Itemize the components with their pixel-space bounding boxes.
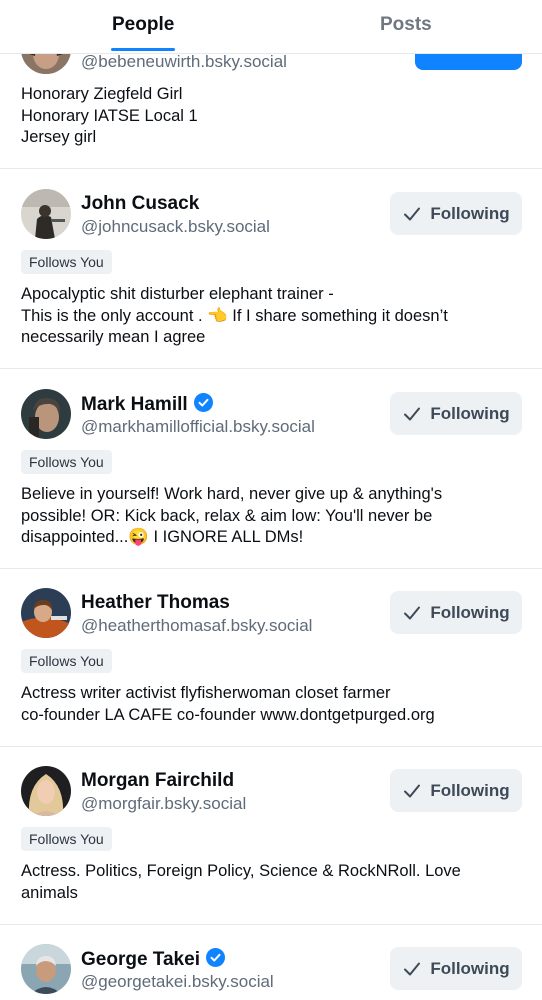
profile-bio: Actress writer activist flyfisherwoman c… bbox=[21, 684, 435, 724]
profile-name-text: Mark Hamill bbox=[81, 394, 188, 415]
check-icon bbox=[404, 407, 421, 420]
following-label: Following bbox=[430, 602, 510, 622]
following-label: Following bbox=[430, 203, 510, 223]
verified-check-icon bbox=[205, 948, 225, 967]
follows-you-badge: Follows You bbox=[21, 450, 112, 474]
verified-check-icon bbox=[193, 393, 213, 412]
active-tab-indicator bbox=[111, 48, 175, 51]
profile-bio: Honorary Ziegfeld Girl Honorary IATSE Lo… bbox=[21, 85, 198, 146]
avatar[interactable] bbox=[21, 766, 71, 816]
profile-card[interactable]: Heather Thomas @heatherthomasaf.bsky.soc… bbox=[0, 569, 542, 747]
profile-card[interactable]: John Cusack @johncusack.bsky.social Foll… bbox=[0, 169, 542, 369]
avatar[interactable] bbox=[21, 588, 71, 638]
profile-handle: @johncusack.bsky.social bbox=[81, 217, 270, 236]
following-button[interactable]: Following bbox=[390, 769, 522, 812]
profile-name[interactable]: Heather Thomas bbox=[81, 592, 230, 614]
profile-name[interactable]: Mark Hamill bbox=[81, 393, 213, 416]
check-icon bbox=[404, 962, 421, 975]
profile-bio: Believe in yourself! Work hard, never gi… bbox=[21, 485, 443, 546]
following-label: Following bbox=[430, 403, 510, 423]
check-icon bbox=[404, 784, 421, 797]
profile-name[interactable]: George Takei bbox=[81, 948, 225, 971]
profile-card[interactable]: George Takei @georgetakei.bsky.social Fo… bbox=[0, 925, 542, 1000]
tab-bar: People Posts bbox=[0, 0, 542, 54]
following-label: Following bbox=[430, 780, 510, 800]
follows-you-badge: Follows You bbox=[21, 649, 112, 673]
follows-you-badge: Follows You bbox=[21, 250, 112, 274]
follows-you-badge: Follows You bbox=[21, 827, 112, 851]
check-icon bbox=[404, 207, 421, 220]
tab-people[interactable]: People bbox=[112, 14, 174, 36]
following-button[interactable]: Following bbox=[390, 392, 522, 435]
profile-handle: @heatherthomasaf.bsky.social bbox=[81, 616, 313, 635]
profile-handle: @georgetakei.bsky.social bbox=[81, 972, 274, 991]
profile-name-text: George Takei bbox=[81, 949, 200, 970]
profile-bio: Apocalyptic shit disturber elephant trai… bbox=[21, 285, 448, 346]
profile-card[interactable]: Mark Hamill @markhamillofficial.bsky.soc… bbox=[0, 369, 542, 569]
profile-bio: Actress. Politics, Foreign Policy, Scien… bbox=[21, 862, 461, 902]
profile-card[interactable]: Morgan Fairchild @morgfair.bsky.social F… bbox=[0, 747, 542, 925]
tab-posts[interactable]: Posts bbox=[380, 14, 432, 36]
following-label: Following bbox=[430, 958, 510, 978]
following-button[interactable]: Following bbox=[390, 192, 522, 235]
profile-name[interactable]: John Cusack bbox=[81, 193, 199, 215]
avatar[interactable] bbox=[21, 189, 71, 239]
check-icon bbox=[404, 606, 421, 619]
following-button[interactable]: Following bbox=[390, 591, 522, 634]
avatar[interactable] bbox=[21, 944, 71, 994]
profile-handle: @bebeneuwirth.bsky.social bbox=[81, 52, 287, 71]
avatar[interactable] bbox=[21, 389, 71, 439]
profile-name[interactable]: Morgan Fairchild bbox=[81, 770, 234, 792]
following-button[interactable]: Following bbox=[390, 947, 522, 990]
profile-handle: @morgfair.bsky.social bbox=[81, 794, 247, 813]
profile-handle: @markhamillofficial.bsky.social bbox=[81, 417, 315, 436]
